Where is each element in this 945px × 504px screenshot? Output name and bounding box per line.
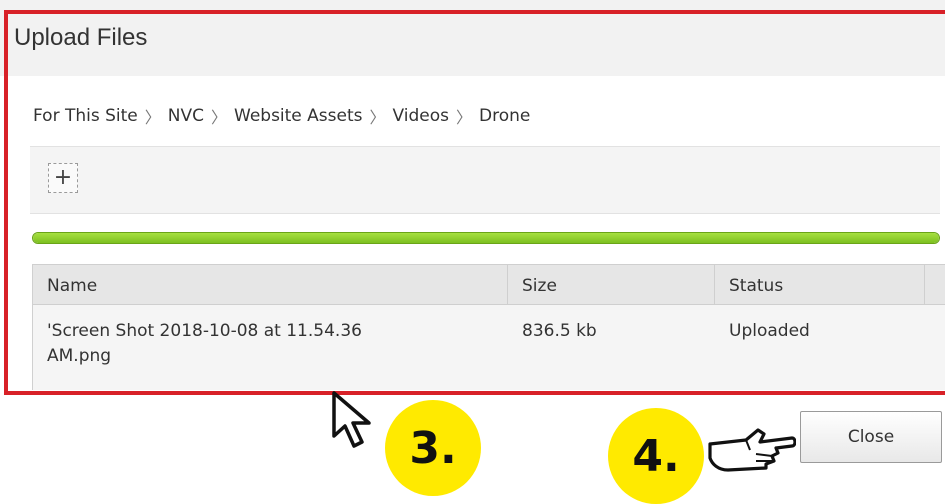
breadcrumb-separator: 〉 [210,108,227,127]
breadcrumb-item-for-this-site[interactable]: For This Site [33,106,138,126]
cell-file-size: 836.5 kb [522,321,597,341]
upload-file-table: Name Size Status 'Screen Shot 2018-10-08… [32,264,945,390]
breadcrumb-separator: 〉 [369,108,386,127]
breadcrumb-separator: 〉 [456,108,473,127]
upload-progress-bar [32,232,940,244]
upload-toolbar: + [30,146,940,214]
step-3-badge: 3. [385,400,481,496]
breadcrumb-item-website-assets[interactable]: Website Assets [234,106,363,126]
column-header-name[interactable]: Name [33,265,508,304]
add-file-button[interactable]: + [48,163,78,193]
cell-file-status: Uploaded [729,321,810,341]
file-name-line-2: AM.png [47,346,112,366]
upload-files-dialog: Upload Files For This Site 〉 NVC 〉 Websi… [0,0,945,504]
column-header-status[interactable]: Status [715,265,925,304]
mouse-pointer-icon [330,390,380,456]
column-header-size[interactable]: Size [508,265,715,304]
step-3-label: 3. [409,422,457,474]
file-name-line-1: 'Screen Shot 2018-10-08 at 11.54.36 [47,321,362,341]
breadcrumb-item-drone: Drone [479,106,531,126]
table-header: Name Size Status [33,264,945,305]
close-button[interactable]: Close [800,411,942,463]
upload-progress-fill [33,233,939,243]
step-4-badge: 4. [608,408,704,504]
close-button-label: Close [847,427,895,447]
dialog-title-bar: Upload Files [0,0,945,76]
breadcrumb-item-videos[interactable]: Videos [393,106,450,126]
cell-file-name: 'Screen Shot 2018-10-08 at 11.54.36 AM.p… [33,319,503,369]
plus-icon: + [53,165,73,190]
pointing-hand-icon [706,420,797,480]
dialog-title: Upload Files [14,24,148,51]
breadcrumb-item-nvc[interactable]: NVC [168,106,204,126]
breadcrumb: For This Site 〉 NVC 〉 Website Assets 〉 V… [33,104,530,128]
table-row[interactable]: 'Screen Shot 2018-10-08 at 11.54.36 AM.p… [33,305,945,390]
step-4-label: 4. [632,430,680,482]
breadcrumb-separator: 〉 [144,108,161,127]
